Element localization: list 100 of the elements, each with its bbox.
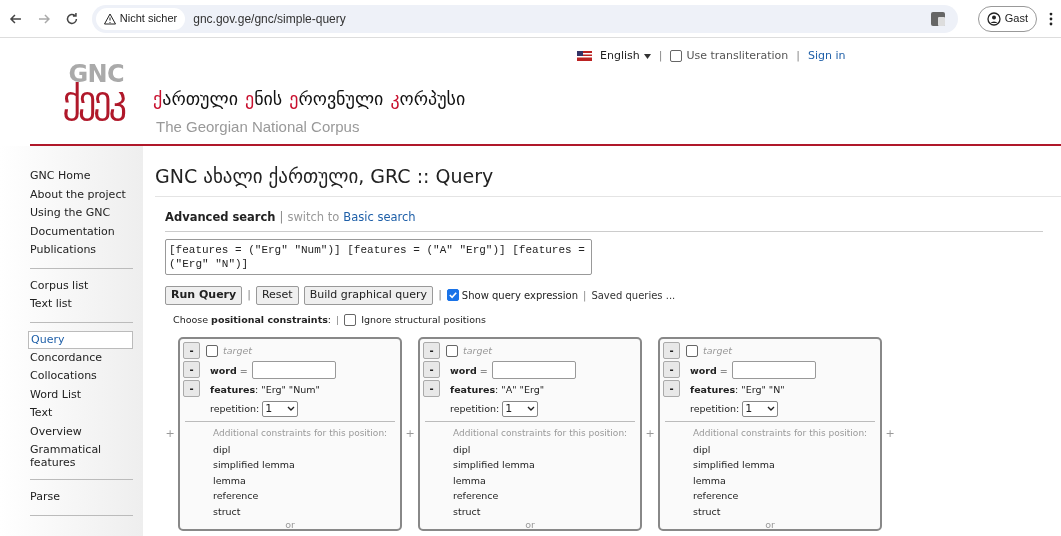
chevron-icon[interactable]	[527, 406, 536, 411]
site-title: ქართული ენის ეროვნული კორპუსი	[153, 87, 466, 111]
sidebar-item[interactable]: About the project	[30, 185, 133, 204]
word-label: word =	[450, 363, 488, 378]
features-text: features: "A" "Erg"	[449, 383, 546, 397]
constraint-option[interactable]: struct	[693, 503, 877, 519]
separator: |	[796, 48, 801, 64]
checkbox[interactable]	[446, 289, 459, 302]
constraint-option[interactable]: lemma	[693, 472, 877, 488]
word-field[interactable]	[251, 361, 336, 379]
warning-icon[interactable]	[103, 12, 116, 25]
address-bar[interactable]: Nicht sicher gnc.gov.ge/gnc/simple-query	[91, 4, 958, 33]
separator: |	[336, 312, 340, 327]
constraint-option[interactable]: simplified lemma	[693, 457, 877, 473]
sidebar-item[interactable]: Parse	[30, 488, 133, 507]
constraint-option[interactable]: lemma	[453, 472, 637, 488]
sign-in-link[interactable]: Sign in	[808, 48, 846, 65]
remove-button[interactable]: -	[663, 380, 680, 397]
sidebar-item[interactable]: Query	[28, 330, 133, 349]
features-text: features: "Erg" "N"	[689, 383, 786, 397]
constraint-option[interactable]: reference	[693, 488, 877, 504]
remove-button[interactable]: -	[183, 380, 200, 397]
sidebar-item[interactable]: Collocations	[30, 367, 133, 386]
saved-queries-link[interactable]: Saved queries ...	[591, 287, 676, 303]
constraint-option[interactable]: struct	[453, 503, 637, 519]
checkbox[interactable]	[206, 344, 218, 357]
separator: |	[583, 288, 587, 303]
target-label: target	[223, 344, 253, 358]
constraint-option[interactable]: simplified lemma	[453, 457, 637, 473]
query-button[interactable]: Build graphical query	[303, 285, 434, 305]
or-label: or	[764, 519, 776, 529]
constraint-option[interactable]: simplified lemma	[213, 457, 397, 473]
sidebar-item[interactable]: Corpus list	[30, 276, 133, 295]
word-field[interactable]	[731, 361, 816, 379]
repetition-select[interactable]: 1	[742, 400, 779, 417]
checkbox[interactable]	[670, 50, 683, 63]
site-subtitle: The Georgian National Corpus	[156, 117, 360, 137]
word-label: word =	[210, 363, 248, 378]
remove-button[interactable]: -	[183, 342, 200, 359]
or-label: or	[524, 519, 536, 529]
target-label: target	[463, 344, 493, 358]
remove-button[interactable]: -	[663, 361, 680, 378]
or-label: or	[284, 519, 296, 529]
separator: |	[658, 48, 663, 64]
translate-icon[interactable]	[929, 10, 946, 27]
chevron-icon[interactable]	[767, 406, 776, 411]
repetition-label: repetition:	[210, 402, 260, 416]
separator: |	[279, 208, 284, 226]
sidebar-item[interactable]: Publications	[30, 241, 133, 260]
constraint-option[interactable]: reference	[453, 488, 637, 504]
page-title: GNC ახალი ქართული, GRC :: Query	[155, 162, 1061, 197]
remove-button[interactable]: -	[423, 380, 440, 397]
features-text: features: "Erg" "Num"	[209, 383, 321, 397]
chevron-icon[interactable]	[287, 406, 296, 411]
repetition-label: repetition:	[450, 402, 500, 416]
additional-heading: Additional constraints for this position:	[453, 427, 629, 440]
profile-icon[interactable]	[986, 11, 1001, 26]
basic-search-link[interactable]: Basic search	[343, 208, 416, 226]
remove-button[interactable]: -	[663, 342, 680, 359]
checkbox[interactable]	[446, 344, 458, 357]
checkbox[interactable]	[686, 344, 698, 357]
query-button[interactable]: Run Query	[165, 285, 243, 305]
separator: |	[247, 287, 251, 303]
additional-heading: Additional constraints for this position:	[213, 427, 389, 440]
remove-button[interactable]: -	[183, 361, 200, 378]
constraint-option[interactable]: struct	[213, 503, 397, 519]
repetition-label: repetition:	[690, 402, 740, 416]
sidebar-item[interactable]: Documentation	[30, 222, 133, 241]
word-field[interactable]	[491, 361, 576, 379]
show-query-label: Show query expression	[461, 288, 578, 303]
sidebar-item[interactable]: Using the GNC	[30, 204, 133, 223]
word-label: word =	[690, 363, 728, 378]
sidebar-item[interactable]: Text	[30, 404, 133, 423]
sidebar-item[interactable]: Word List	[30, 385, 133, 404]
sidebar-item[interactable]: GNC Home	[30, 167, 133, 186]
target-label: target	[703, 344, 733, 358]
language-dropdown[interactable]: English	[600, 48, 651, 65]
query-button[interactable]: Reset	[255, 285, 299, 305]
additional-heading: Additional constraints for this position:	[693, 427, 869, 440]
remove-button[interactable]: -	[423, 342, 440, 359]
constraint-option[interactable]: lemma	[213, 472, 397, 488]
repetition-select[interactable]: 1	[502, 400, 539, 417]
sidebar-item[interactable]: Grammatical features	[30, 441, 110, 471]
remove-button[interactable]: -	[423, 361, 440, 378]
caret-icon[interactable]	[643, 53, 651, 59]
url-text: gnc.gov.ge/gnc/simple-query	[193, 10, 347, 28]
query-textarea[interactable]: [features = ("Erg" "Num")] [features = ("A" "Erg")] [features = ("Erg" "N")]	[165, 238, 592, 275]
constraint-option[interactable]: dipl	[213, 441, 397, 457]
flag-icon[interactable]	[577, 51, 592, 62]
repetition-select[interactable]: 1	[262, 400, 299, 417]
checkbox[interactable]	[344, 313, 357, 326]
constraint-option[interactable]: dipl	[453, 441, 637, 457]
sidebar-item[interactable]: Overview	[30, 422, 133, 441]
constraint-option[interactable]: reference	[213, 488, 397, 504]
sidebar-item[interactable]: Text list	[30, 295, 133, 314]
transliteration-label: Use transliteration	[686, 48, 789, 64]
sidebar-item[interactable]: Concordance	[30, 348, 133, 367]
constraint-option[interactable]: dipl	[693, 441, 877, 457]
more-icon[interactable]	[1049, 11, 1053, 26]
separator: |	[438, 287, 442, 303]
